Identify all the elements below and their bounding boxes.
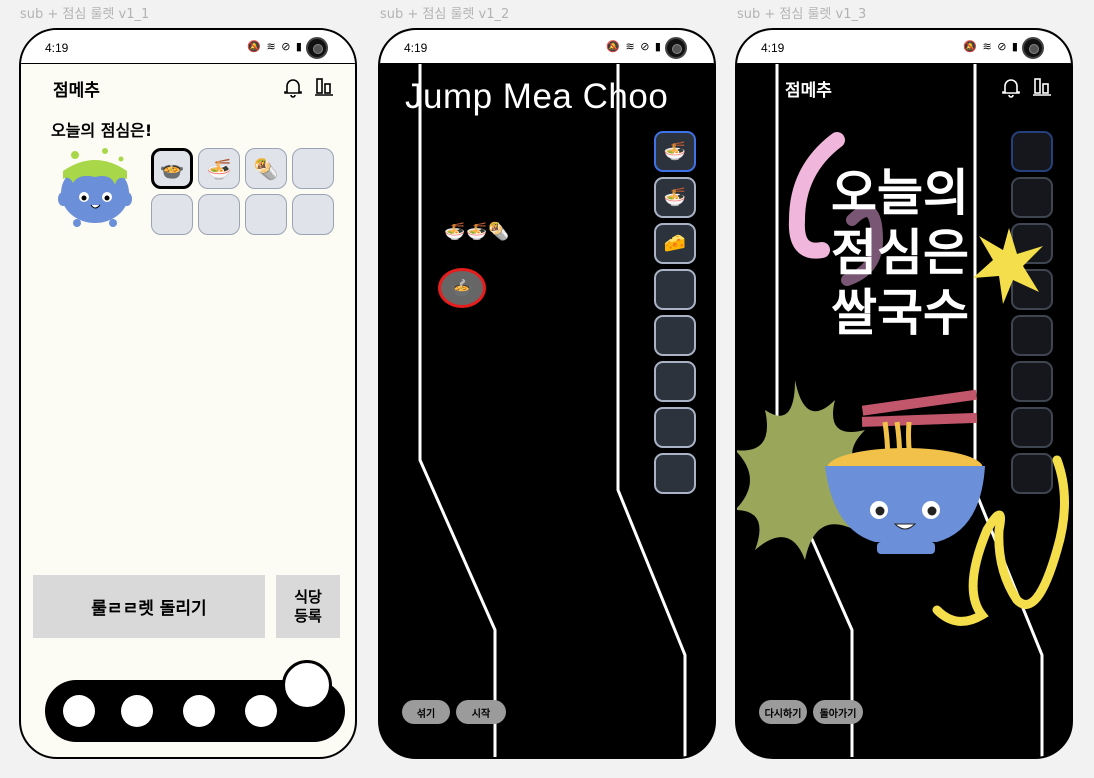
game-title: Jump Mea Choo [405,77,669,116]
food-slot[interactable] [245,194,287,235]
slime-pot-icon [58,148,132,227]
frame-label-1: sub + 점심 룰렛 v1_1 [20,7,150,22]
food-cell[interactable]: 🧀 [654,223,696,264]
status-icons: 🔕 ≋ ⊘ ▮ [247,40,303,53]
camera-icon [306,37,328,59]
food-cell[interactable]: 🍜 [654,177,696,218]
frame-label-2: sub + 점심 룰렛 v1_2 [380,7,510,22]
camera-icon [665,37,687,59]
falling-food-icons: 🍜🍜🌯 [444,222,511,242]
food-cell[interactable] [654,361,696,402]
food-slot-grid: 🍲 🍜 🌯 [151,148,334,235]
food-slot[interactable]: 🌯 [245,148,287,189]
retry-button[interactable]: 다시하기 [759,700,807,724]
food-slot[interactable] [198,194,240,235]
dock-button-3[interactable] [183,695,215,727]
food-cell[interactable] [654,453,696,494]
spin-roulette-button[interactable]: 룰ㄹㄹ렛 돌리기 [33,575,265,638]
dock-button-4[interactable] [245,695,277,727]
bell-icon[interactable] [281,75,305,99]
food-cell[interactable] [654,407,696,448]
status-bar: 4:19 🔕 ≋ ⊘ ▮ [21,30,355,64]
register-restaurant-button[interactable]: 식당 등록 [276,575,340,638]
dock-button-1[interactable] [63,695,95,727]
dock-button-2[interactable] [121,695,153,727]
food-cell[interactable] [654,269,696,310]
phone-screen-2: 4:19 🔕 ≋ ⊘ ▮ Jump Mea Choo 🍜 🍜 🧀 🍜🍜🌯 🍲 섞… [378,28,716,759]
start-button[interactable]: 시작 [456,700,506,724]
food-slot[interactable] [292,148,334,189]
go-back-button[interactable]: 돌아가기 [813,700,863,724]
celebration-decorations [737,132,1069,626]
food-cell[interactable]: 🍜 [654,131,696,172]
food-column: 🍜 🍜 🧀 [654,131,698,499]
selected-food-token[interactable]: 🍲 [438,268,486,308]
food-slot[interactable]: 🍲 [151,148,193,189]
food-slot[interactable] [292,194,334,235]
lunch-heading: 오늘의 점심은! [51,121,153,140]
food-slot[interactable] [151,194,193,235]
food-cell[interactable] [654,315,696,356]
food-slot[interactable]: 🍜 [198,148,240,189]
shuffle-button[interactable]: 섞기 [402,700,450,724]
frame-label-3: sub + 점심 룰렛 v1_3 [737,7,867,22]
status-icons: 🔕 ≋ ⊘ ▮ [606,40,662,53]
app-title: 점메추 [53,81,100,101]
lunch-result-text: 오늘의 점심은 쌀국수 [831,164,969,342]
status-time: 4:19 [404,41,428,55]
phone-screen-3: 4:19 🔕 ≋ ⊘ ▮ 점메추 오늘의 점심은 쌀국수 다시하기 돌아가기 [735,28,1073,759]
yellow-star-shape [973,228,1043,304]
phone-screen-1: 4:19 🔕 ≋ ⊘ ▮ 점메추 오늘의 점심은! 🍲 🍜 🌯 룰ㄹㄹ렛 돌리기… [19,28,357,759]
status-time: 4:19 [45,41,69,55]
status-bar: 4:19 🔕 ≋ ⊘ ▮ [380,30,714,64]
noodle-bowl-icon [825,389,985,554]
stats-icon[interactable] [312,75,336,99]
dock-main-button[interactable] [282,660,332,710]
